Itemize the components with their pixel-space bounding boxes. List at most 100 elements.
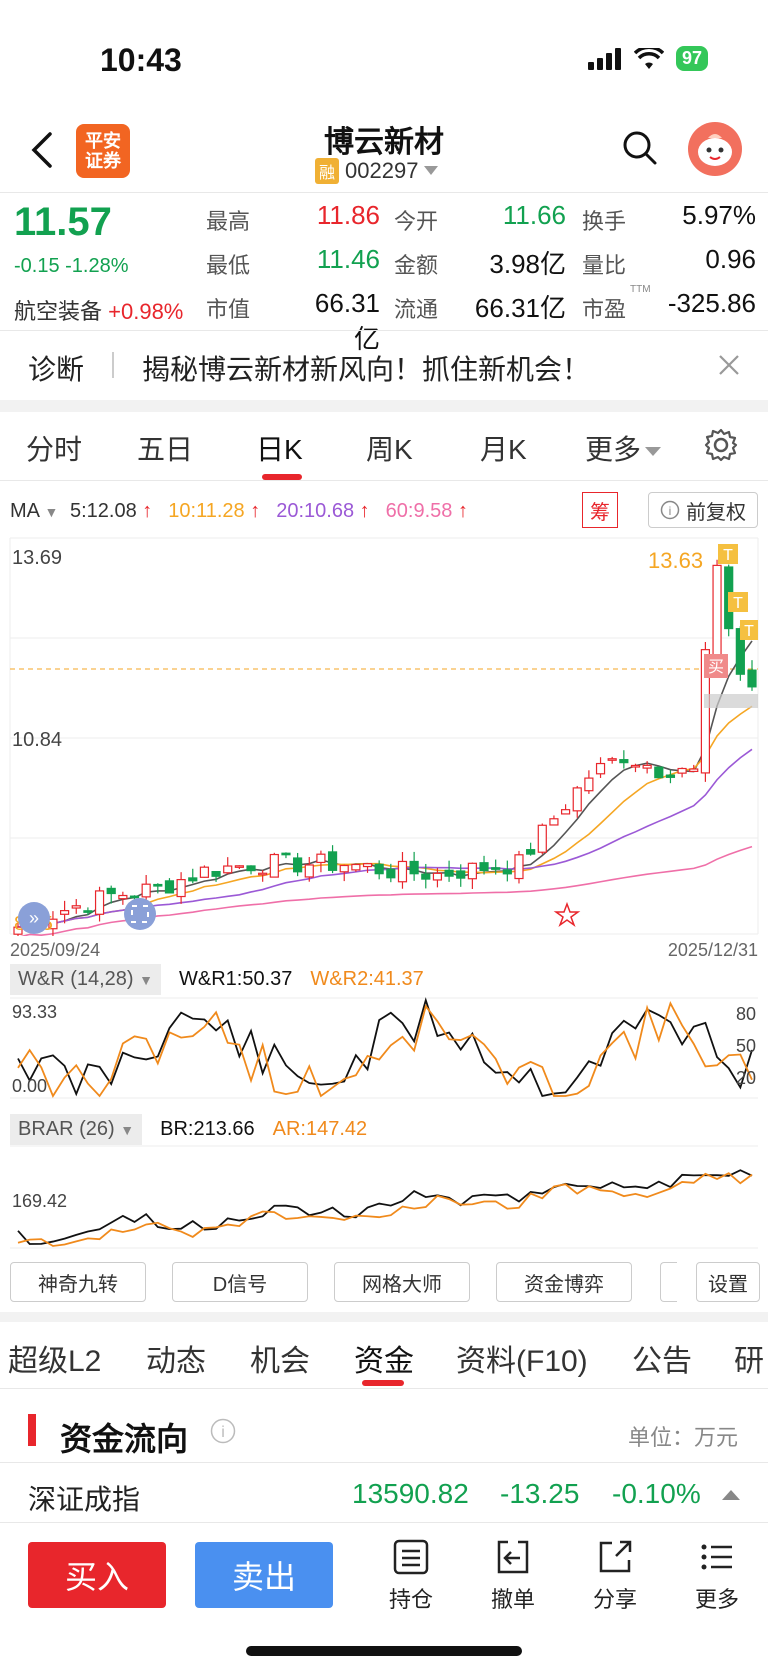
tab-opportunity[interactable]: 机会 [250,1336,310,1380]
quote-label: 最低 [206,253,251,278]
undo-icon [497,1540,529,1574]
tab-more[interactable]: 更多 [585,428,662,468]
tab-research[interactable]: 研 [734,1336,764,1380]
share-button[interactable]: 分享 [580,1538,650,1614]
wr-level-20: 20 [736,1068,756,1088]
brar-header: BRAR (26) ▼ BR:213.66 AR:147.42 [10,1114,367,1145]
candlestick [397,851,408,889]
quote-label: 换手 [582,209,627,234]
settings-gear-icon[interactable] [704,428,738,462]
wr-header: W&R (14,28) ▼ W&R1:50.37 W&R2:41.37 [10,964,424,995]
mascot-icon [698,134,732,166]
price-change: -0.15 -1.28% [14,255,129,277]
candlestick [712,559,722,658]
stock-code-selector[interactable]: 融 002297 [315,158,439,184]
promo-banner-text[interactable]: 揭秘博云新材新风向！抓住新机会！ [142,348,590,388]
list-icon [701,1544,732,1570]
svg-text:i: i [669,504,672,518]
wr-series-1 [17,997,753,1098]
buy-marker: 买 [704,654,728,678]
tool-d-signal[interactable]: D信号 [172,1262,308,1302]
event-star-icon[interactable] [553,901,581,928]
quote-value: 11.46 [316,244,380,274]
buy-button[interactable]: 买入 [28,1542,166,1608]
status-time: 10:43 [100,42,182,78]
search-icon[interactable] [622,130,658,166]
divider [0,1462,768,1463]
sector-link[interactable]: 航空装备 +0.98% [14,294,183,326]
expand-left-button[interactable]: » [18,902,50,934]
candlestick [595,757,606,778]
close-icon[interactable] [718,354,740,376]
tool-more-stub[interactable] [660,1262,677,1302]
candlestick [234,865,244,870]
info-icon[interactable]: i [210,1418,236,1444]
candlestick [293,852,303,877]
more-button[interactable]: 更多 [682,1538,752,1614]
t-marker: T [740,620,758,640]
candlestick [514,850,524,884]
section-separator [0,400,768,412]
up-arrow-icon: ↑ [244,500,261,522]
y-axis-top-label: 13.69 [12,547,62,569]
tool-settings[interactable]: 设置 [696,1262,760,1302]
tab-monthly-k[interactable]: 月K [480,428,527,468]
divider [0,330,768,331]
br-series-2 [17,1172,753,1247]
quote-value: 66.31亿 [474,293,566,323]
candlestick [526,842,536,856]
brar-indicator-chart[interactable]: 169.42 [0,1144,768,1250]
candlestick [409,851,419,881]
tab-daily-k[interactable]: 日K [256,428,303,468]
candlestick [327,845,338,874]
tab-funds[interactable]: 资金 [354,1336,414,1380]
tab-f10[interactable]: 资料(F10) [456,1336,588,1380]
ma-value: 60:9.58 ↑ [385,500,468,522]
caret-down-icon [645,446,662,456]
document-icon [393,1539,429,1575]
cancel-order-button[interactable]: 撤单 [478,1538,548,1614]
brar-selector[interactable]: BRAR (26) ▼ [10,1114,143,1145]
candlestick [223,857,233,875]
active-tab-indicator [362,1380,404,1386]
chip-distribution-button[interactable]: 筹 [582,492,618,528]
candlestick [94,886,105,922]
candlestick [176,872,186,904]
fullscreen-button[interactable] [124,898,156,930]
tab-intraday[interactable]: 分时 [26,428,82,468]
battery-icon: 97 [675,46,708,71]
signal-icon [587,47,621,70]
diagnosis-tag[interactable]: 诊断 [28,348,84,388]
quote-value: 3.98亿 [489,249,566,279]
tool-grid-master[interactable]: 网格大师 [334,1262,470,1302]
ma-selector[interactable]: MA ▼ [10,500,58,523]
sell-button[interactable]: 卖出 [195,1542,333,1608]
home-indicator [246,1646,522,1656]
positions-button[interactable]: 持仓 [376,1538,446,1614]
quote-value: 11.66 [502,200,566,230]
candlestick [572,785,582,818]
tab-five-day[interactable]: 五日 [137,428,193,468]
caret-up-icon[interactable] [722,1488,740,1500]
adjust-price-button[interactable]: i 前复权 [648,492,758,528]
candlestick [83,907,93,916]
tab-weekly-k[interactable]: 周K [366,428,413,468]
tool-nine-turn[interactable]: 神奇九转 [10,1262,146,1302]
candlestick [502,860,512,882]
t-marker: T [718,544,738,564]
wr-selector[interactable]: W&R (14,28) ▼ [10,964,162,995]
stock-code: 002297 [345,158,419,183]
tool-fund-game[interactable]: 资金博弈 [496,1262,632,1302]
divider [112,352,114,378]
assistant-avatar[interactable] [688,122,742,176]
svg-text:T: T [744,623,754,640]
wr-indicator-chart[interactable]: 93.33 0.00 80 50 20 [0,996,768,1100]
tab-news[interactable]: 动态 [146,1336,206,1380]
wr-level-50: 50 [736,1036,756,1056]
candlestick-chart[interactable]: 13.69 10.84 8.05 13.63 T T T 买 » [0,536,768,936]
ma-value: 20:10.68 ↑ [276,500,370,522]
candlestick [537,823,547,855]
tab-announcements[interactable]: 公告 [632,1336,692,1380]
tab-super-l2[interactable]: 超级L2 [8,1336,101,1380]
candlestick [467,862,477,889]
